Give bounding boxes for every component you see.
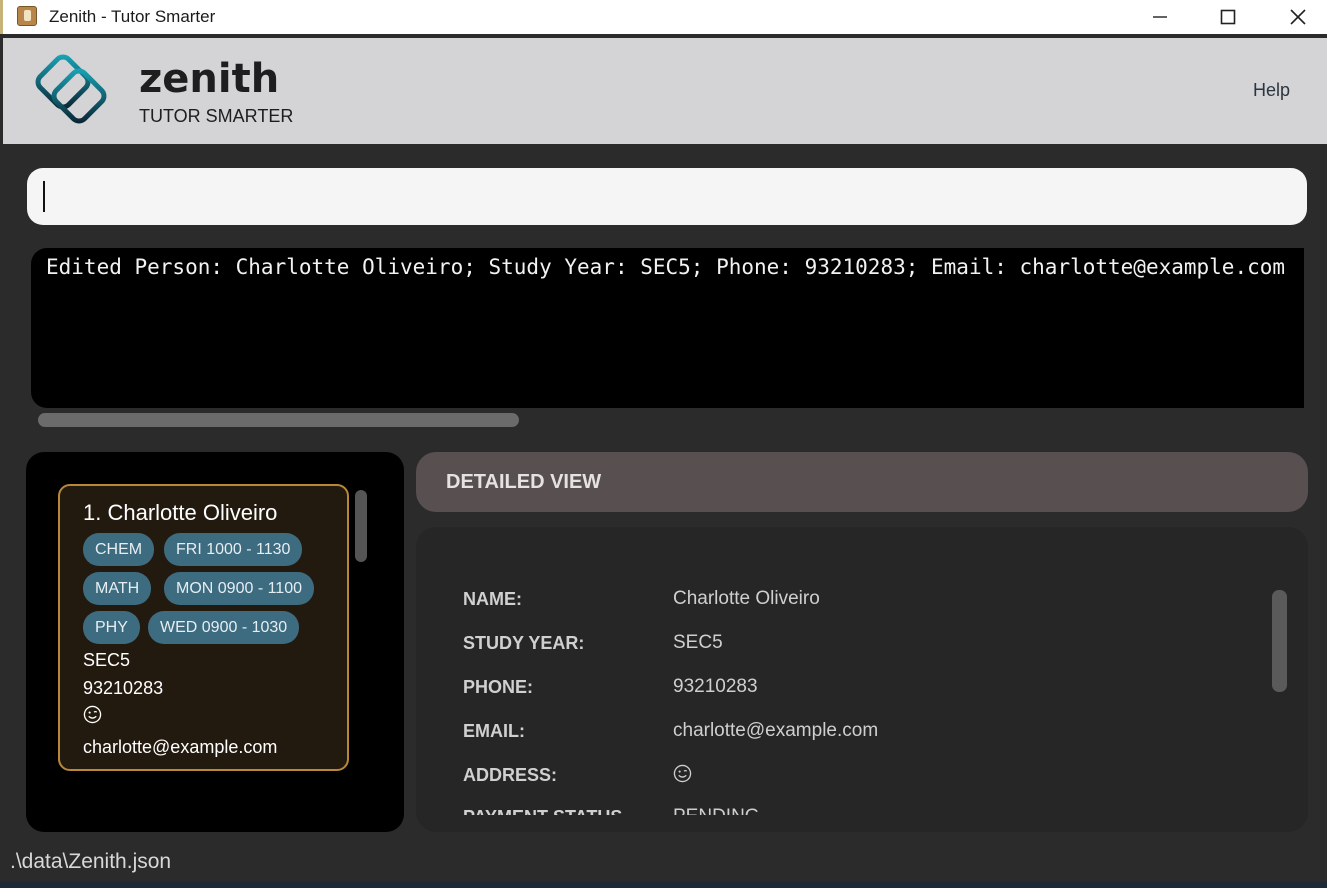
help-menu[interactable]: Help: [1253, 80, 1290, 101]
window-titlebar: Zenith - Tutor Smarter: [0, 0, 1327, 34]
smiley-icon: [83, 705, 102, 724]
subject-tag: PHY: [83, 611, 140, 644]
status-bar-file-path: .\data\Zenith.json: [10, 850, 172, 873]
person-study-year: SEC5: [83, 650, 131, 670]
schedule-tag: FRI 1000 - 1130: [164, 533, 303, 566]
detailed-view-header: DETAILED VIEW: [416, 452, 1308, 512]
list-vertical-scrollbar[interactable]: [355, 490, 367, 562]
schedule-tag: WED 0900 - 1030: [148, 611, 300, 644]
detail-value-study-year: SEC5: [673, 632, 723, 653]
schedule-tag: MON 0900 - 1100: [164, 572, 314, 605]
person-list-panel: 1. Charlotte Oliveiro CHEM FRI 1000 - 11…: [26, 452, 404, 832]
subject-tag: CHEM: [83, 533, 155, 566]
app-header: zenith TUTOR SMARTER Help: [3, 38, 1327, 144]
detail-label-phone: PHONE:: [463, 677, 534, 697]
detailed-view-panel: NAME: Charlotte Oliveiro STUDY YEAR: SEC…: [416, 527, 1308, 832]
person-address: [83, 705, 102, 729]
detail-label-payment-status: PAYMENT STATUS: [463, 807, 622, 815]
detail-label-name: NAME:: [463, 589, 522, 609]
result-horizontal-scrollbar[interactable]: [38, 413, 519, 427]
detail-label-email: EMAIL:: [463, 721, 525, 741]
detail-value-name: Charlotte Oliveiro: [673, 588, 820, 609]
person-card-name: 1. Charlotte Oliveiro: [83, 500, 278, 525]
maximize-icon[interactable]: [1193, 0, 1263, 34]
detail-value-payment-status: PENDING: [673, 806, 760, 815]
close-icon[interactable]: [1263, 0, 1327, 34]
detail-label-study-year: STUDY YEAR:: [463, 633, 585, 653]
result-text: Edited Person: Charlotte Oliveiro; Study…: [46, 255, 1286, 279]
command-input[interactable]: [49, 176, 1289, 216]
zenith-logo-icon: [35, 54, 107, 124]
person-email: charlotte@example.com: [83, 737, 278, 757]
smiley-icon: [673, 764, 692, 783]
detail-value-address: [673, 764, 692, 789]
detailed-view-title: DETAILED VIEW: [446, 471, 602, 493]
detail-vertical-scrollbar[interactable]: [1272, 590, 1287, 692]
minimize-icon[interactable]: [1125, 0, 1195, 34]
text-caret: [43, 181, 45, 212]
detail-fields: NAME: Charlotte Oliveiro STUDY YEAR: SEC…: [416, 527, 1308, 815]
detail-value-email: charlotte@example.com: [673, 720, 879, 741]
result-display: Edited Person: Charlotte Oliveiro; Study…: [31, 248, 1304, 408]
detail-label-address: ADDRESS:: [463, 765, 558, 785]
command-box[interactable]: [27, 168, 1307, 225]
person-card[interactable]: 1. Charlotte Oliveiro CHEM FRI 1000 - 11…: [58, 484, 349, 771]
detail-value-phone: 93210283: [673, 676, 758, 697]
subject-tag: MATH: [83, 572, 152, 605]
brand-name: zenith: [139, 56, 280, 102]
app-icon: [17, 6, 37, 26]
person-phone: 93210283: [83, 678, 164, 698]
brand-tagline: TUTOR SMARTER: [139, 106, 294, 126]
desktop-strip: [0, 882, 1327, 888]
window-title: Zenith - Tutor Smarter: [49, 7, 216, 26]
